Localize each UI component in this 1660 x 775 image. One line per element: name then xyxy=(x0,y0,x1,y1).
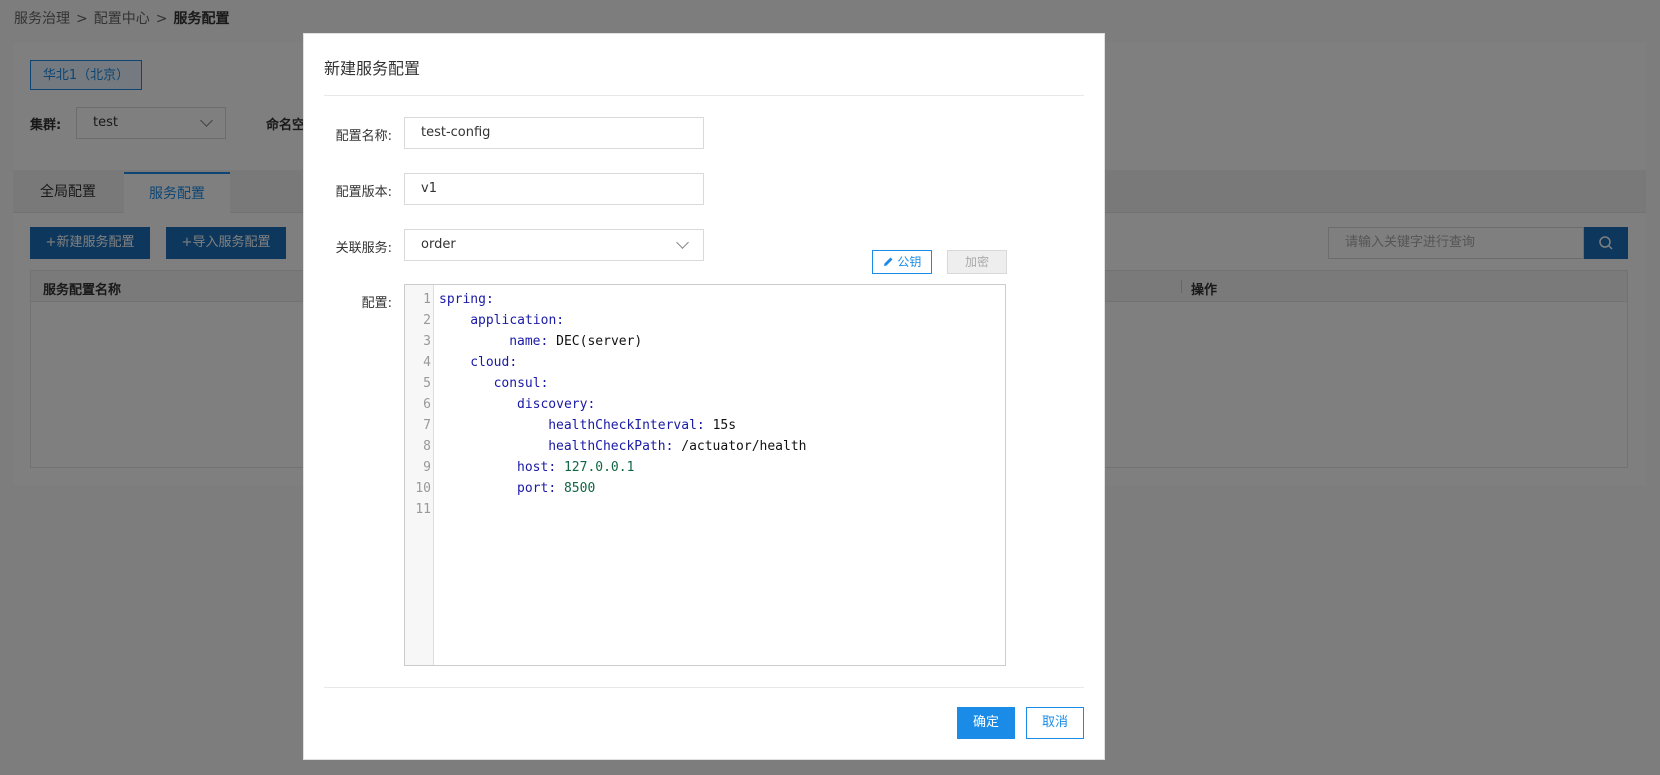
code-content: spring: xyxy=(439,289,494,310)
public-key-label: 公钥 xyxy=(897,255,922,269)
config-label: 配置: xyxy=(361,296,392,311)
line-number: 7 xyxy=(423,418,431,433)
cancel-button[interactable]: 取消 xyxy=(1026,707,1084,739)
yaml-colon: : xyxy=(696,418,705,433)
config-version-label: 配置版本: xyxy=(335,185,392,200)
line-number: 5 xyxy=(423,376,431,391)
code-content: healthCheckPath: /actuator/health xyxy=(548,436,806,457)
code-content: name: DEC(server) xyxy=(509,331,642,352)
yaml-key: host xyxy=(517,460,549,475)
related-service-label: 关联服务: xyxy=(335,241,392,256)
public-key-button[interactable]: 公钥 xyxy=(872,250,932,274)
config-version-input[interactable]: v1 xyxy=(404,173,704,205)
encrypt-button: 加密 xyxy=(947,250,1007,274)
new-service-config-dialog: 新建服务配置 配置名称: test-config 配置版本: v1 关联服务: … xyxy=(303,33,1105,760)
related-service-value: order xyxy=(421,237,456,252)
yaml-key: cloud xyxy=(470,355,510,370)
line-number: 9 xyxy=(423,460,431,475)
code-content: port: 8500 xyxy=(517,478,595,499)
yaml-value: DEC(server) xyxy=(556,334,643,349)
yaml-colon: : xyxy=(540,334,549,349)
yaml-key: spring xyxy=(439,292,486,307)
yaml-key: application xyxy=(470,313,557,328)
yaml-key: discovery xyxy=(517,397,588,412)
code-content: host: 127.0.0.1 xyxy=(517,457,634,478)
config-name-label: 配置名称: xyxy=(335,129,392,144)
yaml-key: consul xyxy=(493,376,541,391)
yaml-value: 8500 xyxy=(563,481,596,496)
dialog-title: 新建服务配置 xyxy=(324,59,421,78)
yaml-colon: : xyxy=(556,313,565,328)
code-content: application: xyxy=(470,310,564,331)
line-number: 10 xyxy=(415,481,431,496)
line-number: 8 xyxy=(423,439,431,454)
yaml-value: /actuator/health xyxy=(681,439,807,454)
code-content: healthCheckInterval: 15s xyxy=(548,415,736,436)
confirm-button[interactable]: 确定 xyxy=(957,707,1015,739)
yaml-key: port xyxy=(517,481,549,496)
related-service-select[interactable]: order xyxy=(404,229,704,261)
yaml-colon: : xyxy=(548,481,557,496)
code-content: consul: xyxy=(494,373,549,394)
line-number: 11 xyxy=(415,502,431,517)
code-content: cloud: xyxy=(470,352,517,373)
yaml-colon: : xyxy=(587,397,596,412)
yaml-key: healthCheckInterval xyxy=(548,418,697,433)
yaml-colon: : xyxy=(548,460,557,475)
config-name-input[interactable]: test-config xyxy=(404,117,704,149)
line-number: 2 xyxy=(423,313,431,328)
yaml-colon: : xyxy=(540,376,549,391)
line-number: 6 xyxy=(423,397,431,412)
pencil-icon xyxy=(883,257,893,266)
yaml-colon: : xyxy=(665,439,674,454)
yaml-colon: : xyxy=(509,355,518,370)
line-number: 4 xyxy=(423,355,431,370)
yaml-value: 127.0.0.1 xyxy=(563,460,635,475)
yaml-key: name xyxy=(509,334,541,349)
header-divider xyxy=(324,95,1084,96)
yaml-colon: : xyxy=(485,292,494,307)
chevron-down-icon xyxy=(676,236,689,249)
config-code-editor[interactable]: 1 spring: 2 application: 3 name: DEC(server) 4… xyxy=(404,284,1006,666)
line-number: 3 xyxy=(423,334,431,349)
yaml-key: healthCheckPath xyxy=(548,439,666,454)
line-number: 1 xyxy=(423,292,431,307)
yaml-value: 15s xyxy=(712,418,737,433)
footer-divider xyxy=(324,687,1084,688)
code-content: discovery: xyxy=(517,394,595,415)
